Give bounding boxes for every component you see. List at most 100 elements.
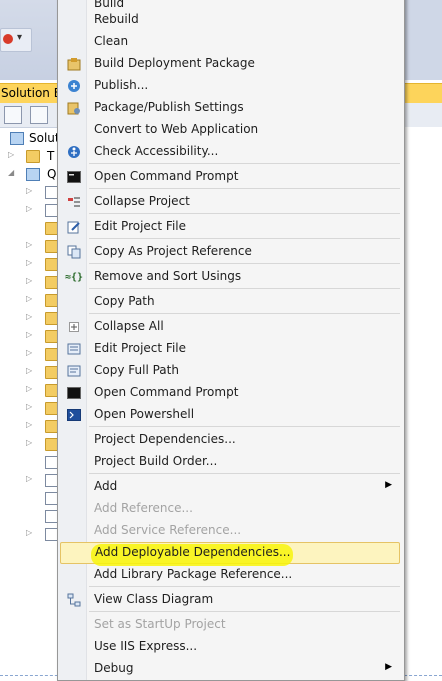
menu-item-debug[interactable]: Debug ▶: [60, 658, 400, 680]
tree-item[interactable]: ▷: [0, 292, 60, 309]
tree-item-q[interactable]: ◢ Q: [0, 166, 60, 183]
menu-separator: [89, 313, 400, 314]
menu-item-set-as-startup-project[interactable]: Set as StartUp Project: [60, 614, 400, 636]
collapse-arrow-icon[interactable]: ◢: [8, 168, 14, 177]
accessibility-icon: [66, 144, 82, 160]
toolbar-background: [405, 103, 442, 127]
solution-icon: [10, 132, 24, 145]
menu-item-copy-as-project-reference[interactable]: Copy As Project Reference: [60, 241, 400, 263]
menu-item-project-build-order[interactable]: Project Build Order...: [60, 451, 400, 473]
menu-item-collapse-project[interactable]: Collapse Project: [60, 191, 400, 213]
tree-item[interactable]: ▷: [0, 436, 60, 453]
menu-separator: [89, 188, 400, 189]
menu-item-add-reference[interactable]: Add Reference...: [60, 498, 400, 520]
menu-separator: [89, 473, 400, 474]
tree-item[interactable]: ▷: [0, 526, 60, 543]
expand-arrow-icon[interactable]: ▷: [26, 186, 32, 195]
title-bar-background: [405, 83, 442, 104]
tree-item[interactable]: ▷: [0, 382, 60, 399]
menu-item-add-deployable-dependencies[interactable]: Add Deployable Dependencies...: [60, 542, 400, 566]
menu-item-remove-and-sort-usings[interactable]: ≈{} Remove and Sort Usings: [60, 266, 400, 288]
menu-separator: [89, 263, 400, 264]
menu-item-add-service-reference[interactable]: Add Service Reference...: [60, 520, 400, 542]
show-all-files-icon[interactable]: [30, 106, 48, 124]
menu-item-check-accessibility[interactable]: Check Accessibility...: [60, 141, 400, 163]
menu-item-publish[interactable]: Publish...: [60, 75, 400, 97]
collapse-project-icon: [66, 194, 82, 210]
solution-tree: Soluti ▷ T ◢ Q ▷ ▷ ▷ ▷ ▷ ▷ ▷ ▷ ▷ ▷ ▷ ▷ ▷…: [0, 127, 63, 679]
console-icon: [66, 385, 82, 401]
menu-item-open-command-prompt[interactable]: Open Command Prompt: [60, 166, 400, 188]
menu-item-use-iis-express[interactable]: Use IIS Express...: [60, 636, 400, 658]
submenu-arrow-icon: ▶: [385, 662, 392, 672]
project-context-menu: Build Rebuild Clean Build Deployment Pac…: [57, 0, 405, 681]
tree-item-t[interactable]: ▷ T: [0, 148, 60, 165]
project-icon: [26, 168, 40, 181]
tree-item[interactable]: [0, 508, 60, 525]
menu-separator: [89, 288, 400, 289]
expand-arrow-icon[interactable]: ▷: [26, 402, 32, 411]
properties-icon[interactable]: [4, 106, 22, 124]
expand-arrow-icon[interactable]: ▷: [8, 150, 14, 159]
menu-item-open-powershell[interactable]: Open Powershell: [60, 404, 400, 426]
expand-arrow-icon[interactable]: ▷: [26, 384, 32, 393]
menu-item-package-publish-settings[interactable]: Package/Publish Settings: [60, 97, 400, 119]
expand-arrow-icon[interactable]: ▷: [26, 348, 32, 357]
tree-item[interactable]: ▷: [0, 184, 60, 201]
menu-item-collapse-all[interactable]: Collapse All: [60, 316, 400, 338]
copy-path-icon: [66, 363, 82, 379]
tree-item-solution[interactable]: Soluti: [0, 130, 63, 147]
menu-item-open-command-prompt-2[interactable]: Open Command Prompt: [60, 382, 400, 404]
expand-arrow-icon[interactable]: ▷: [26, 312, 32, 321]
menu-item-add-library-package-reference[interactable]: Add Library Package Reference...: [60, 564, 400, 586]
tree-item[interactable]: ▷: [0, 238, 60, 255]
expand-arrow-icon[interactable]: ▷: [26, 528, 32, 537]
copy-reference-icon: [66, 244, 82, 260]
tree-item[interactable]: [0, 220, 60, 237]
tree-item[interactable]: ▷: [0, 400, 60, 417]
expand-arrow-icon[interactable]: ▷: [26, 294, 32, 303]
edit-file-icon: [66, 219, 82, 235]
tree-item[interactable]: ▷: [0, 472, 60, 489]
tree-item[interactable]: ▷: [0, 364, 60, 381]
console-icon: [66, 169, 82, 185]
tree-item[interactable]: [0, 490, 60, 507]
tree-item[interactable]: ▷: [0, 202, 60, 219]
menu-item-edit-project-file-2[interactable]: Edit Project File: [60, 338, 400, 360]
tree-item[interactable]: ▷: [0, 274, 60, 291]
folder-icon: [26, 150, 40, 163]
tree-item[interactable]: ▷: [0, 346, 60, 363]
menu-item-clean[interactable]: Clean: [60, 31, 400, 53]
menu-separator: [89, 586, 400, 587]
menu-item-rebuild[interactable]: Rebuild: [60, 9, 400, 31]
menu-item-copy-path[interactable]: Copy Path: [60, 291, 400, 313]
expand-arrow-icon[interactable]: ▷: [26, 240, 32, 249]
expand-arrow-icon[interactable]: ▷: [26, 330, 32, 339]
expand-arrow-icon[interactable]: ▷: [26, 438, 32, 447]
expand-arrow-icon[interactable]: ▷: [26, 366, 32, 375]
tree-item[interactable]: ▷: [0, 310, 60, 327]
expand-arrow-icon[interactable]: ▷: [26, 258, 32, 267]
editor-area: [405, 0, 442, 679]
tree-item[interactable]: ▷: [0, 328, 60, 345]
menu-item-build-deployment-package[interactable]: Build Deployment Package: [60, 53, 400, 75]
menu-item-edit-project-file[interactable]: Edit Project File: [60, 216, 400, 238]
toolbar-run-button[interactable]: ▾: [0, 28, 32, 52]
menu-item-add[interactable]: Add ▶: [60, 476, 400, 498]
tree-item[interactable]: ▷: [0, 256, 60, 273]
menu-item-view-class-diagram[interactable]: View Class Diagram: [60, 589, 400, 611]
settings-icon: [66, 100, 82, 116]
expand-arrow-icon[interactable]: ▷: [26, 204, 32, 213]
menu-item-project-dependencies[interactable]: Project Dependencies...: [60, 429, 400, 451]
menu-item-copy-full-path[interactable]: Copy Full Path: [60, 360, 400, 382]
menu-item-convert-to-web-application[interactable]: Convert to Web Application: [60, 119, 400, 141]
expand-arrow-icon[interactable]: ▷: [26, 276, 32, 285]
publish-icon: [66, 78, 82, 94]
tree-item[interactable]: [0, 454, 60, 471]
plus-box-icon: [66, 319, 82, 335]
tree-item[interactable]: ▷: [0, 418, 60, 435]
expand-arrow-icon[interactable]: ▷: [26, 474, 32, 483]
menu-separator: [89, 238, 400, 239]
expand-arrow-icon[interactable]: ▷: [26, 420, 32, 429]
menu-separator: [89, 213, 400, 214]
